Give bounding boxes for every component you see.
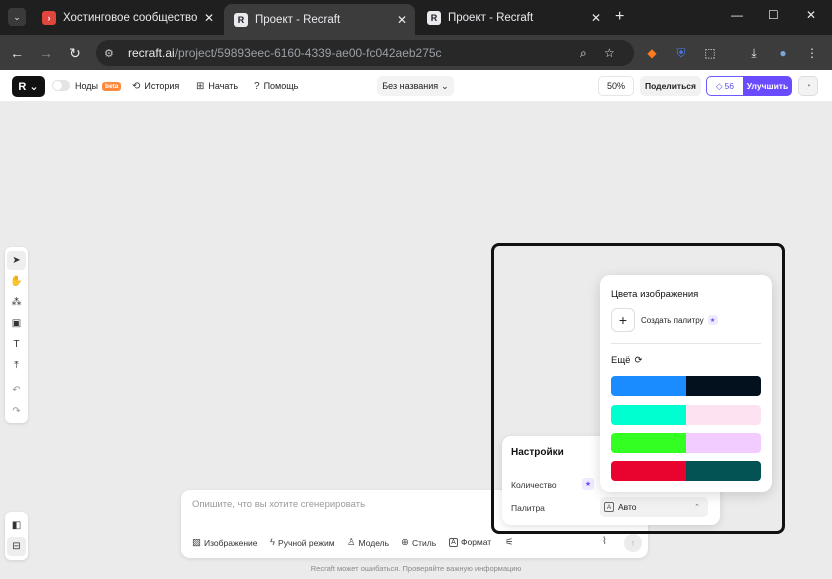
url-domain: recraft.ai [128,46,175,60]
profile-avatar-icon[interactable]: ● [774,44,792,62]
canvas[interactable]: ➤ ✋ ⁂ ▣ T ⤒ ↶ ↷ ◧ ⊟ ▨ Изображение ϟ Ручн… [0,102,832,579]
layers-panel-icon[interactable]: ◧ [7,516,26,535]
recraft-favicon-icon: R [234,12,248,27]
tab-title: Проект - Recraft [255,13,341,26]
recraft-logo-icon: R [18,80,27,93]
diamond-icon: ◇ [715,80,723,91]
extensions-puzzle-icon[interactable]: ⬚ [701,44,719,62]
model-icon: ♙ [347,537,356,548]
history-button[interactable]: ⟲ История [132,70,179,102]
download-icon[interactable]: ⤓ [745,44,763,62]
left-bottom-toolbar: ◧ ⊟ [5,512,28,560]
manual-mode-label: Ручной режим [278,537,335,548]
url-text[interactable]: recraft.ai/project/59893eec-6160-4339-ae… [128,46,442,60]
bookmark-star-icon[interactable]: ☆ [604,46,615,60]
project-title-dropdown[interactable]: Без названия ⌄ [377,76,454,96]
start-label: Начать [208,81,239,91]
settings-toggle-button[interactable]: ⚟ [505,537,514,548]
shield-extension-icon[interactable]: ⛨ [672,44,690,62]
maximize-button[interactable]: ☐ [768,8,779,22]
highlight-frame [491,243,785,534]
share-button[interactable]: Поделиться [640,76,701,96]
history-label: История [144,81,180,91]
nodes-label: Ноды [75,81,99,91]
bottom-panel-icon[interactable]: ⊟ [7,537,26,556]
window-close-button[interactable]: ✕ [806,8,816,22]
tab-recraft-active[interactable]: R Проект - Recraft ✕ [224,4,415,35]
browser-menu-icon[interactable]: ⋮ [803,44,821,62]
image-mode-button[interactable]: ▨ Изображение [192,537,258,548]
close-icon[interactable]: ✕ [587,11,605,25]
url-path: /project/59893eec-6160-4339-ae00-fc042ae… [174,46,442,60]
upgrade-button[interactable]: Улучшить [743,76,792,96]
format-button[interactable]: A Формат [449,537,491,547]
format-label: Формат [461,537,492,547]
tab-recraft[interactable]: R Проект - Recraft ✕ [417,4,609,31]
chevron-down-icon: ⌄ [441,80,449,91]
forward-button[interactable]: → [37,44,55,62]
chevron-down-icon: ⌄ [29,81,39,93]
help-label: Помощь [263,81,299,91]
nodes-toggle[interactable] [52,80,70,91]
minimize-button[interactable]: — [731,8,743,22]
style-icon: ⊕ [401,537,409,548]
user-avatar[interactable]: ◔ [798,76,818,96]
style-label: Стиль [411,537,437,548]
recraft-favicon-icon: R [427,10,441,25]
shapes-tool-icon[interactable]: ⁂ [7,293,26,312]
hand-tool-icon[interactable]: ✋ [7,272,26,291]
new-tab-button[interactable]: + [615,8,624,26]
zoom-level[interactable]: 50% [598,76,634,96]
reload-button[interactable]: ↻ [66,44,84,62]
sliders-icon: ⚟ [505,537,514,548]
tab-hosting[interactable]: › Хостинговое сообщество «Tim ✕ [32,4,222,31]
text-tool-icon[interactable]: T [7,335,26,354]
prompt-input[interactable] [192,499,492,510]
help-icon: ? [254,80,260,92]
project-title: Без названия [382,81,439,91]
user-icon: ◔ [804,80,812,92]
address-bar[interactable]: ⚙ recraft.ai/project/59893eec-6160-4339-… [96,40,634,66]
model-label: Модель [358,537,390,548]
tab-search-button[interactable]: ⌄ [8,8,26,26]
recraft-logo-menu[interactable]: R ⌄ [12,76,45,97]
hosting-favicon-icon: › [42,10,56,25]
upload-tool-icon[interactable]: ⤒ [7,356,26,375]
image-mode-label: Изображение [203,537,258,548]
tab-title: Хостинговое сообщество «Tim [63,11,200,24]
credits-counter[interactable]: ◇ 56 [706,76,744,96]
close-icon[interactable]: ✕ [393,13,411,27]
style-button[interactable]: ⊕ Стиль [401,537,436,548]
format-icon: A [449,537,458,547]
model-button[interactable]: ♙ Модель [347,537,389,548]
left-toolbar: ➤ ✋ ⁂ ▣ T ⤒ ↶ ↷ [5,247,28,423]
select-tool-icon[interactable]: ➤ [7,251,26,270]
grid-icon: ⊞ [196,80,205,92]
help-button[interactable]: ? Помощь [254,70,298,102]
browser-tab-bar: ⌄ › Хостинговое сообщество «Tim ✕ R Прое… [0,0,832,35]
disclaimer-text: Recraft может ошибаться. Проверяйте важн… [310,564,522,573]
start-button[interactable]: ⊞ Начать [196,70,238,102]
image-icon: ▨ [192,537,201,548]
zoom-icon[interactable]: ⌕ [580,46,587,61]
nodes-item[interactable]: Ноды beta [75,70,122,102]
beta-badge: beta [102,81,122,91]
site-info-icon[interactable]: ⚙ [104,47,122,60]
undo-icon[interactable]: ↶ [7,381,26,400]
attach-icon[interactable]: ⌇ [602,536,607,547]
redo-icon[interactable]: ↷ [7,402,26,421]
back-button[interactable]: ← [8,44,26,62]
browser-toolbar: ← → ↻ ⚙ recraft.ai/project/59893eec-6160… [0,35,832,70]
frame-tool-icon[interactable]: ▣ [7,314,26,333]
credits-value: 56 [724,81,734,91]
manual-mode-button[interactable]: ϟ Ручной режим [270,537,335,548]
arrow-up-icon: ↑ [630,538,636,548]
send-button[interactable]: ↑ [624,534,642,552]
fox-extension-icon[interactable]: ◆ [643,44,661,62]
lightning-icon: ϟ [270,537,276,548]
app-header: R ⌄ Ноды beta ⟲ История ⊞ Начать ? Помощ… [0,70,832,102]
history-icon: ⟲ [132,80,141,92]
tab-title: Проект - Recraft [448,11,534,24]
close-icon[interactable]: ✕ [200,11,218,25]
